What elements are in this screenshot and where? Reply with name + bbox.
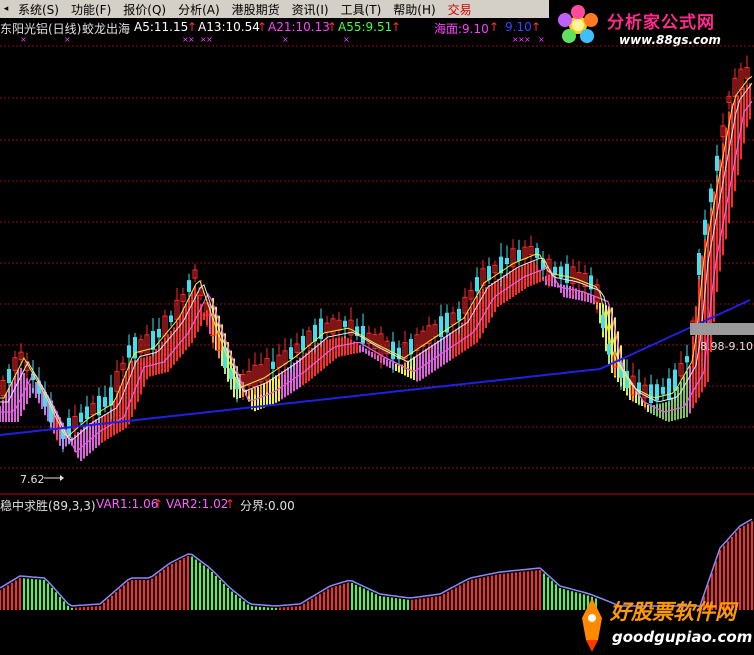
candle-body [685,356,689,363]
candle-body [271,361,275,369]
rocket-logo-icon [582,598,602,652]
low-price-label: 7.62 [20,473,45,486]
candle-body [289,347,293,360]
candle-body [535,248,539,258]
candle-body [517,249,521,261]
candle-body [157,328,161,338]
candle-body [361,325,365,344]
right-price-label: 8.98-9.10 [700,340,753,353]
signal-x-icon: × [538,35,545,44]
candle-body [457,308,461,321]
low-price-arrowhead-icon [60,475,64,481]
signal-markers: × × × × × × × × × × × × [20,35,545,44]
candle-body [343,320,347,328]
candle-body [601,314,605,328]
candle-body [127,345,131,358]
ma-blue-line [0,299,751,436]
candle-body [103,397,107,407]
var1-arrow-icon: ↑ [153,497,164,511]
var2-value: VAR2:1.02 [166,497,229,511]
main-kline-chart: 8.98-9.10 7.62 × × × × × × × × × × × × [0,35,754,495]
candle-body [79,412,83,423]
candle-body [169,315,173,323]
candle-body [697,253,701,275]
candle-body [715,155,719,171]
candle-body [667,378,671,401]
var2-arrow-icon: ↑ [225,497,236,511]
candle-body [391,341,395,360]
candle-body [7,368,11,384]
signal-x-icon: × [206,35,213,44]
candle-body [187,280,191,292]
candle-body [487,266,491,280]
candle-body [301,335,305,351]
candle-body [709,188,713,203]
watermark-logo-bottom: 好股票软件网 goodgupiao.com [572,592,754,655]
candle-body [649,384,653,404]
signal-x-icon: × [64,35,71,44]
price-box [690,323,754,335]
signal-x-icon: × [524,35,531,44]
candle-body [475,277,479,292]
candle-body [661,387,665,395]
candle-body [673,369,677,391]
signal-x-icon: × [343,35,350,44]
candle-body [85,406,89,420]
watermark-bottom-title: 好股票软件网 [610,600,736,624]
signal-x-icon: × [20,35,27,44]
candle-body [607,344,611,355]
var1-value: VAR1:1.06 [96,497,159,511]
candle-body [703,219,707,235]
candle-body [505,257,509,265]
watermark-bottom-url: goodgupiao.com [612,628,753,646]
signal-x-icon: × [282,35,289,44]
signal-x-icon: × [188,35,195,44]
